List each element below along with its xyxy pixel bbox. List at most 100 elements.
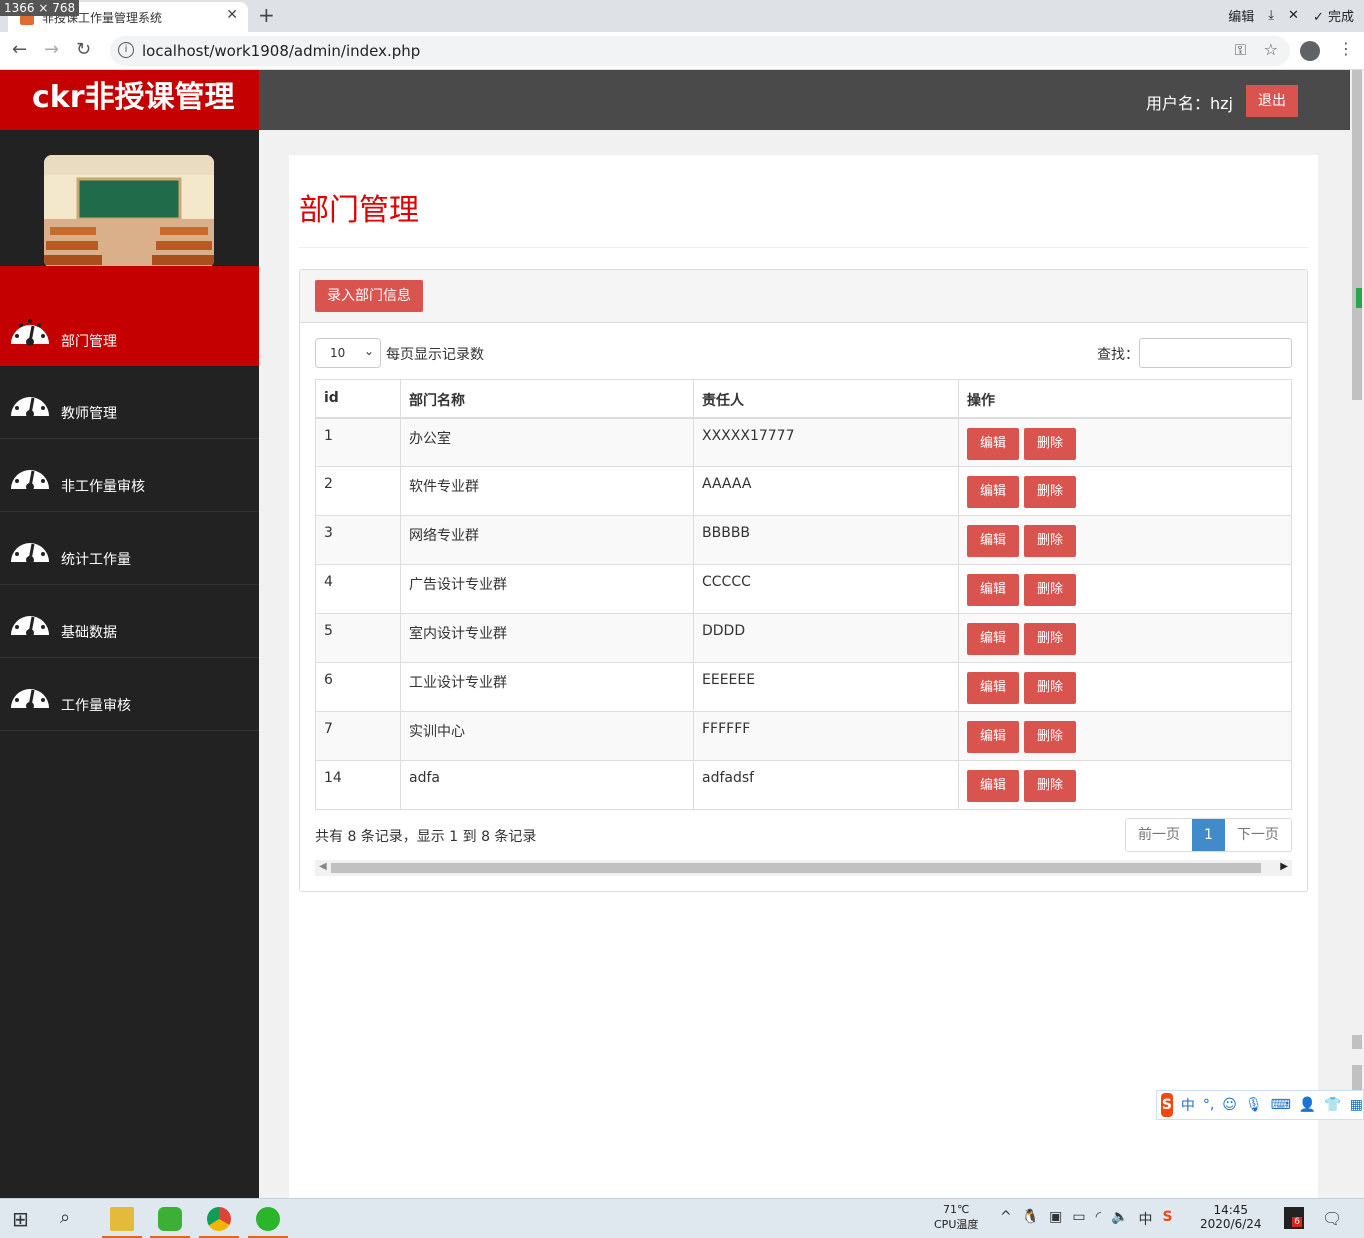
keyboard-icon[interactable]: ⌨ bbox=[1271, 1097, 1291, 1113]
edit-button[interactable]: 编辑 bbox=[967, 574, 1019, 606]
search-input[interactable] bbox=[1139, 338, 1292, 368]
scroll-left-icon[interactable]: ◀ bbox=[319, 861, 327, 872]
edit-button[interactable]: 编辑 bbox=[967, 672, 1019, 704]
cell-id: 5 bbox=[315, 613, 401, 663]
cell-name: 办公室 bbox=[400, 417, 694, 467]
sidebar-item-non-workload-review[interactable]: 非工作量审核 bbox=[0, 439, 259, 512]
battery-icon[interactable]: ▭ bbox=[1072, 1209, 1085, 1229]
column-header-name[interactable]: 部门名称 bbox=[400, 379, 694, 419]
cell-id: 7 bbox=[315, 711, 401, 761]
table-row: 1 办公室 XXXXX17777 编辑 删除 bbox=[315, 417, 1292, 467]
delete-button[interactable]: 删除 bbox=[1024, 721, 1076, 753]
windows-start-icon[interactable]: ⊞ bbox=[12, 1207, 36, 1231]
edit-button[interactable]: 编辑 bbox=[967, 770, 1019, 802]
edit-button[interactable]: 编辑 bbox=[967, 427, 1019, 460]
next-page-button[interactable]: 下一页 bbox=[1225, 819, 1291, 851]
scroll-right-icon[interactable]: ▶ bbox=[1280, 861, 1288, 872]
close-icon[interactable]: ✕ bbox=[1288, 8, 1299, 23]
microphone-icon[interactable]: 🎙 bbox=[1245, 1097, 1263, 1113]
sidebar-item-label: 部门管理 bbox=[61, 334, 117, 350]
sidebar-item-workload-review[interactable]: 工作量审核 bbox=[0, 658, 259, 731]
add-department-button[interactable]: 录入部门信息 bbox=[315, 280, 423, 312]
tray-app-icon[interactable]: ▣ bbox=[1049, 1209, 1062, 1229]
column-header-id[interactable]: id bbox=[315, 379, 401, 419]
sidebar-item-label: 基础数据 bbox=[61, 625, 117, 641]
clock-date: 2020/6/24 bbox=[1200, 1217, 1262, 1231]
delete-button[interactable]: 删除 bbox=[1024, 427, 1076, 460]
edit-button[interactable]: 编辑 bbox=[967, 525, 1019, 557]
back-arrow-icon[interactable]: ← bbox=[12, 39, 27, 60]
file-explorer-icon[interactable] bbox=[110, 1207, 134, 1231]
sidebar-item-statistics[interactable]: 统计工作量 bbox=[0, 512, 259, 585]
profile-avatar-icon[interactable] bbox=[1300, 41, 1320, 61]
ime-tray-icon[interactable]: 中 bbox=[1139, 1209, 1153, 1229]
download-icon[interactable]: ⤓ bbox=[1268, 8, 1274, 23]
ime-punct-toggle[interactable]: °, bbox=[1203, 1097, 1214, 1113]
tray-expand-icon[interactable]: ^ bbox=[1000, 1209, 1012, 1229]
user-icon[interactable]: 👤 bbox=[1299, 1097, 1316, 1113]
sidebar-item-label: 工作量审核 bbox=[61, 698, 131, 714]
page-length-select[interactable]: 10 ⌄ bbox=[315, 338, 381, 368]
delete-button[interactable]: 删除 bbox=[1024, 770, 1076, 802]
sidebar-item-department[interactable]: 部门管理 bbox=[0, 266, 259, 366]
panel-header: 录入部门信息 bbox=[300, 270, 1307, 323]
page-scrollbar[interactable] bbox=[1350, 70, 1364, 1198]
logout-button[interactable]: 退出 bbox=[1246, 85, 1298, 117]
url-text[interactable]: localhost/work1908/admin/index.php bbox=[142, 42, 420, 60]
search-icon[interactable]: ⌕ bbox=[60, 1207, 84, 1231]
edit-button[interactable]: 编辑 bbox=[967, 721, 1019, 753]
notification-app-icon[interactable]: 6 bbox=[1284, 1207, 1304, 1229]
qq-icon[interactable]: 🐧 bbox=[1022, 1209, 1039, 1229]
sidebar-item-label: 非工作量审核 bbox=[61, 479, 145, 495]
edit-button[interactable]: 编辑 bbox=[967, 476, 1019, 508]
cell-id: 6 bbox=[315, 662, 401, 712]
volume-icon[interactable]: 🔈 bbox=[1111, 1209, 1128, 1229]
browser-menu-icon[interactable]: ⋮ bbox=[1338, 39, 1354, 58]
cell-actions: 编辑 删除 bbox=[958, 711, 1292, 761]
delete-button[interactable]: 删除 bbox=[1024, 672, 1076, 704]
page-scrollbar-thumb[interactable] bbox=[1352, 70, 1362, 400]
wifi-icon[interactable]: ◜ bbox=[1096, 1209, 1101, 1229]
cell-name: 软件专业群 bbox=[400, 466, 694, 516]
action-center-icon[interactable]: 🗨 bbox=[1322, 1209, 1342, 1228]
new-tab-button[interactable]: + bbox=[258, 3, 275, 27]
emoji-icon[interactable]: ☺ bbox=[1222, 1097, 1237, 1113]
skin-icon[interactable]: 👕 bbox=[1324, 1097, 1341, 1113]
current-page-button[interactable]: 1 bbox=[1192, 819, 1225, 851]
notification-badge: 6 bbox=[1292, 1217, 1302, 1227]
column-header-owner[interactable]: 责任人 bbox=[693, 379, 959, 419]
sogou-tray-icon[interactable]: S bbox=[1163, 1209, 1173, 1229]
bookmark-star-icon[interactable]: ☆ bbox=[1264, 40, 1278, 59]
wechat-icon[interactable] bbox=[158, 1207, 182, 1231]
green-app-icon[interactable] bbox=[256, 1207, 280, 1231]
reload-icon[interactable]: ↻ bbox=[76, 39, 91, 60]
sidebar-item-base-data[interactable]: 基础数据 bbox=[0, 585, 259, 658]
edit-action[interactable]: 编辑 bbox=[1228, 6, 1254, 25]
site-info-icon[interactable]: i bbox=[118, 42, 134, 58]
delete-button[interactable]: 删除 bbox=[1024, 525, 1076, 557]
chrome-icon[interactable] bbox=[207, 1207, 231, 1231]
grid-menu-icon[interactable]: ▦ bbox=[1350, 1097, 1363, 1113]
key-icon[interactable]: ⚿ bbox=[1235, 41, 1246, 59]
department-table: id 部门名称 责任人 操作 1 办公室 XXXXX17777 编辑 删除 2 软… bbox=[315, 379, 1292, 810]
forward-arrow-icon[interactable]: → bbox=[44, 39, 59, 60]
delete-button[interactable]: 删除 bbox=[1024, 623, 1076, 655]
done-action[interactable]: ✓ 完成 bbox=[1313, 6, 1354, 25]
tab-close-icon[interactable]: ✕ bbox=[226, 7, 238, 23]
sidebar-item-teacher[interactable]: 教师管理 bbox=[0, 366, 259, 439]
ime-mode-toggle[interactable]: 中 bbox=[1181, 1095, 1195, 1115]
scrollbar-thumb[interactable] bbox=[331, 863, 1261, 873]
delete-button[interactable]: 删除 bbox=[1024, 476, 1076, 508]
cell-name: 实训中心 bbox=[400, 711, 694, 761]
address-bar[interactable]: i localhost/work1908/admin/index.php ⚿ ☆ bbox=[110, 36, 1290, 66]
delete-button[interactable]: 删除 bbox=[1024, 574, 1076, 606]
sogou-logo-icon[interactable]: S bbox=[1161, 1093, 1173, 1117]
column-header-actions: 操作 bbox=[958, 379, 1292, 419]
browser-tabstrip: 1366 × 768 非授课工作量管理系统 ✕ + 编辑 ⤓ ✕ ✓ 完成 bbox=[0, 0, 1364, 32]
horizontal-scrollbar[interactable]: ◀ ▶ bbox=[315, 860, 1292, 876]
clock[interactable]: 14:45 2020/6/24 bbox=[1200, 1203, 1262, 1231]
edit-button[interactable]: 编辑 bbox=[967, 623, 1019, 655]
prev-page-button[interactable]: 前一页 bbox=[1126, 819, 1192, 851]
browser-top-actions: 编辑 ⤓ ✕ ✓ 完成 bbox=[1228, 6, 1354, 25]
table-info: 共有 8 条记录，显示 1 到 8 条记录 bbox=[315, 829, 537, 845]
